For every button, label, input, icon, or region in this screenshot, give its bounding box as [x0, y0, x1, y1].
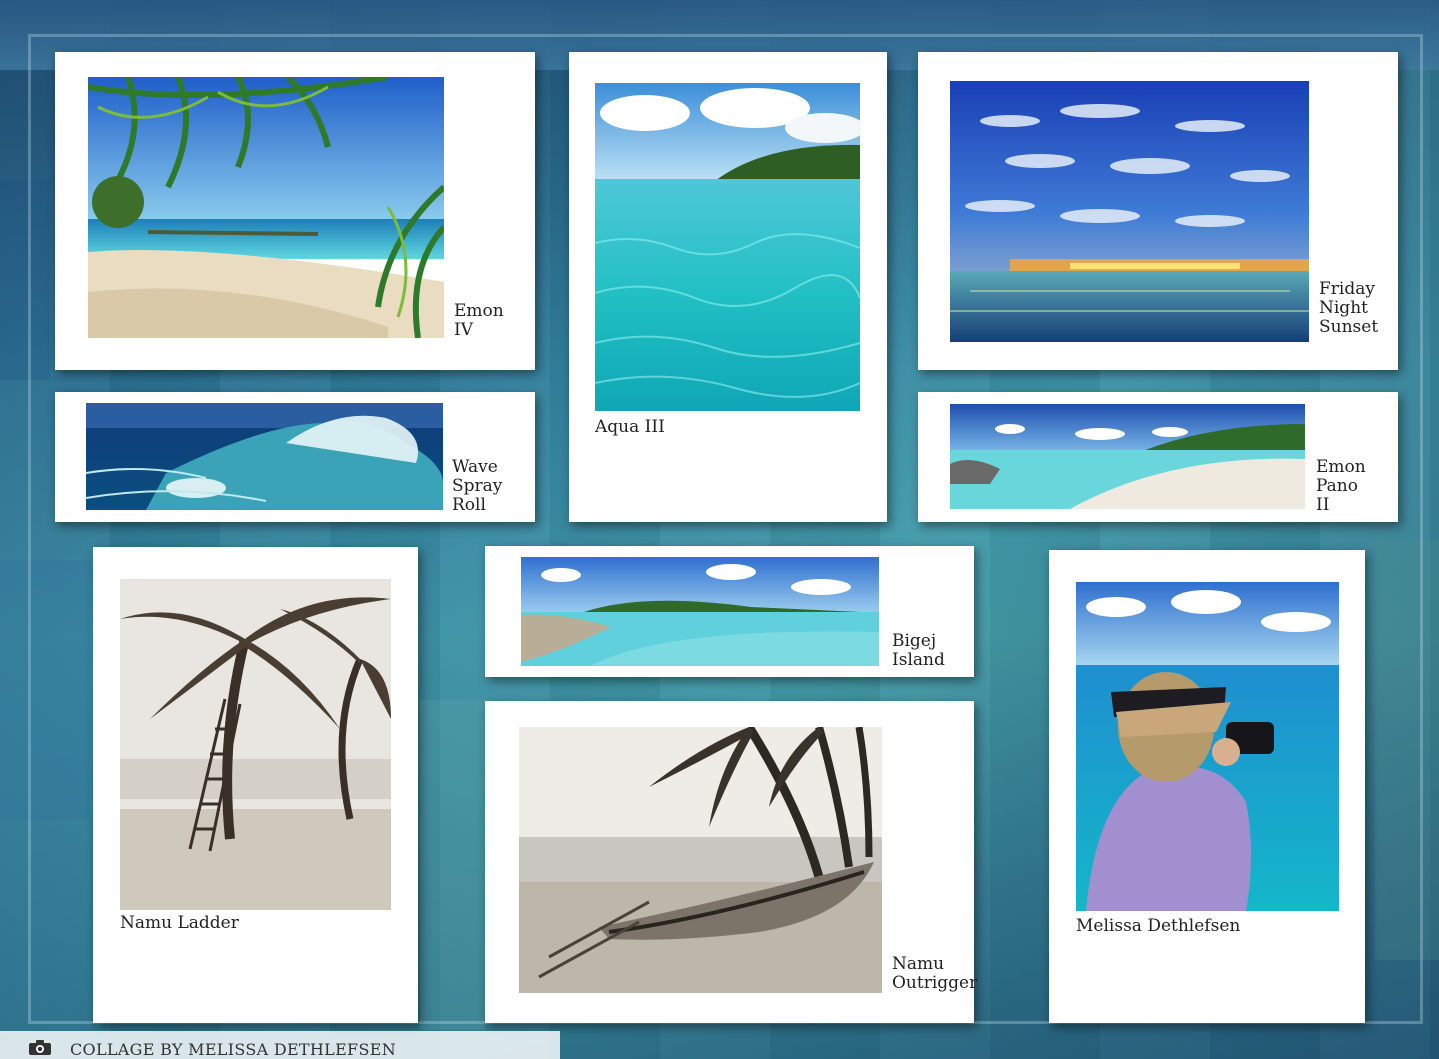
caption-namu-outrigger: Namu Outrigger — [892, 954, 978, 993]
caption-emon-iv: Emon IV — [454, 301, 504, 340]
photo-wave-spray-roll — [86, 403, 443, 510]
caption-melissa-dethlefsen: Melissa Dethlefsen — [1076, 916, 1241, 936]
credit-text: COLLAGE BY MELISSA DETHLEFSEN — [70, 1040, 397, 1059]
photo-card-namu-outrigger: Namu Outrigger — [485, 701, 978, 1023]
photo-card-wave-spray-roll: Wave Spray Roll — [55, 392, 535, 522]
photo-melissa-dethlefsen — [1076, 582, 1339, 911]
caption-aqua-iii: Aqua III — [595, 417, 665, 437]
caption-bigej-island: Bigej Island — [892, 631, 945, 670]
caption-namu-ladder: Namu Ladder — [120, 913, 239, 933]
camera-icon — [29, 1040, 51, 1055]
caption-emon-pano-ii: Emon Pano II — [1316, 457, 1366, 515]
photo-card-melissa-dethlefsen: Melissa Dethlefsen — [1049, 550, 1365, 1023]
photo-namu-ladder — [120, 579, 391, 910]
photo-emon-pano-ii — [950, 404, 1305, 509]
photo-card-namu-ladder: Namu Ladder — [93, 547, 418, 1023]
photo-friday-night-sunset — [950, 81, 1309, 342]
photo-namu-outrigger — [519, 727, 882, 993]
photo-emon-iv — [88, 77, 444, 338]
caption-wave-spray-roll: Wave Spray Roll — [452, 457, 503, 515]
photo-card-aqua-iii: Aqua III — [569, 52, 887, 522]
photo-card-friday-night-sunset: Friday Night Sunset — [918, 52, 1398, 370]
photo-aqua-iii — [595, 83, 860, 411]
photo-bigej-island — [521, 557, 879, 666]
photo-card-emon-pano-ii: Emon Pano II — [918, 392, 1398, 522]
caption-friday-night-sunset: Friday Night Sunset — [1319, 279, 1379, 337]
photo-card-emon-iv: Emon IV — [55, 52, 535, 370]
photo-card-bigej-island: Bigej Island — [485, 546, 974, 677]
